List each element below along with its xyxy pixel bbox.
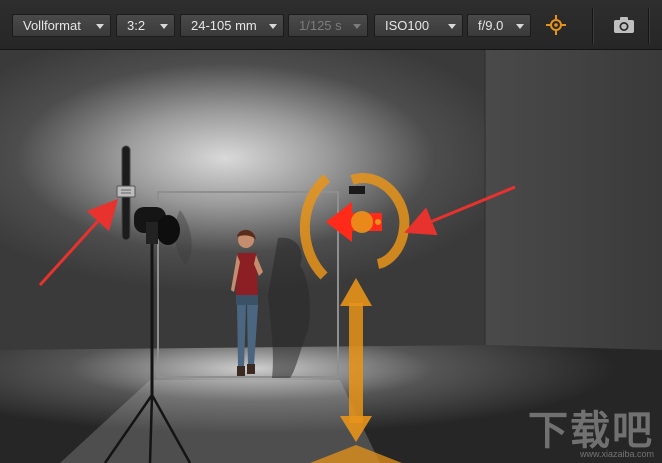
format-value: Vollformat xyxy=(23,18,81,33)
chevron-down-icon xyxy=(269,24,277,29)
lens-dropdown[interactable]: 24-105 mm xyxy=(180,14,284,37)
shutter-value: 1/125 s xyxy=(299,18,342,33)
studio-viewport[interactable]: 下载吧 www.xiazaiba.com xyxy=(0,50,662,463)
aspect-ratio-dropdown[interactable]: 3:2 xyxy=(116,14,175,37)
chevron-down-icon xyxy=(448,24,456,29)
watermark-glyphs: 下载吧 xyxy=(528,408,654,454)
lens-value: 24-105 mm xyxy=(191,18,257,33)
focus-target-button[interactable] xyxy=(543,12,569,38)
shutter-dropdown: 1/125 s xyxy=(288,14,368,37)
toolbar-divider xyxy=(648,8,650,44)
aperture-value: f/9.0 xyxy=(478,18,504,33)
slider-handle[interactable] xyxy=(116,185,136,198)
chevron-down-icon xyxy=(160,24,168,29)
watermark: 下载吧 www.xiazaiba.com xyxy=(528,411,654,459)
camera-snapshot-button[interactable] xyxy=(611,12,637,38)
toolbar-divider xyxy=(592,8,594,44)
camera-icon xyxy=(614,17,634,33)
studio-scene xyxy=(0,50,662,463)
target-icon xyxy=(546,15,566,35)
aspect-ratio-value: 3:2 xyxy=(127,18,146,33)
chevron-down-icon xyxy=(96,24,104,29)
toolbar: Vollformat 3:2 24-105 mm 1/125 s ISO100 … xyxy=(0,0,662,50)
chevron-down-icon xyxy=(353,24,361,29)
aperture-dropdown[interactable]: f/9.0 xyxy=(467,14,531,37)
iso-dropdown[interactable]: ISO100 xyxy=(374,14,463,37)
iso-value: ISO100 xyxy=(385,18,430,33)
format-dropdown[interactable]: Vollformat xyxy=(12,14,111,37)
app-window: Vollformat 3:2 24-105 mm 1/125 s ISO100 … xyxy=(0,0,662,463)
chevron-down-icon xyxy=(516,24,524,29)
